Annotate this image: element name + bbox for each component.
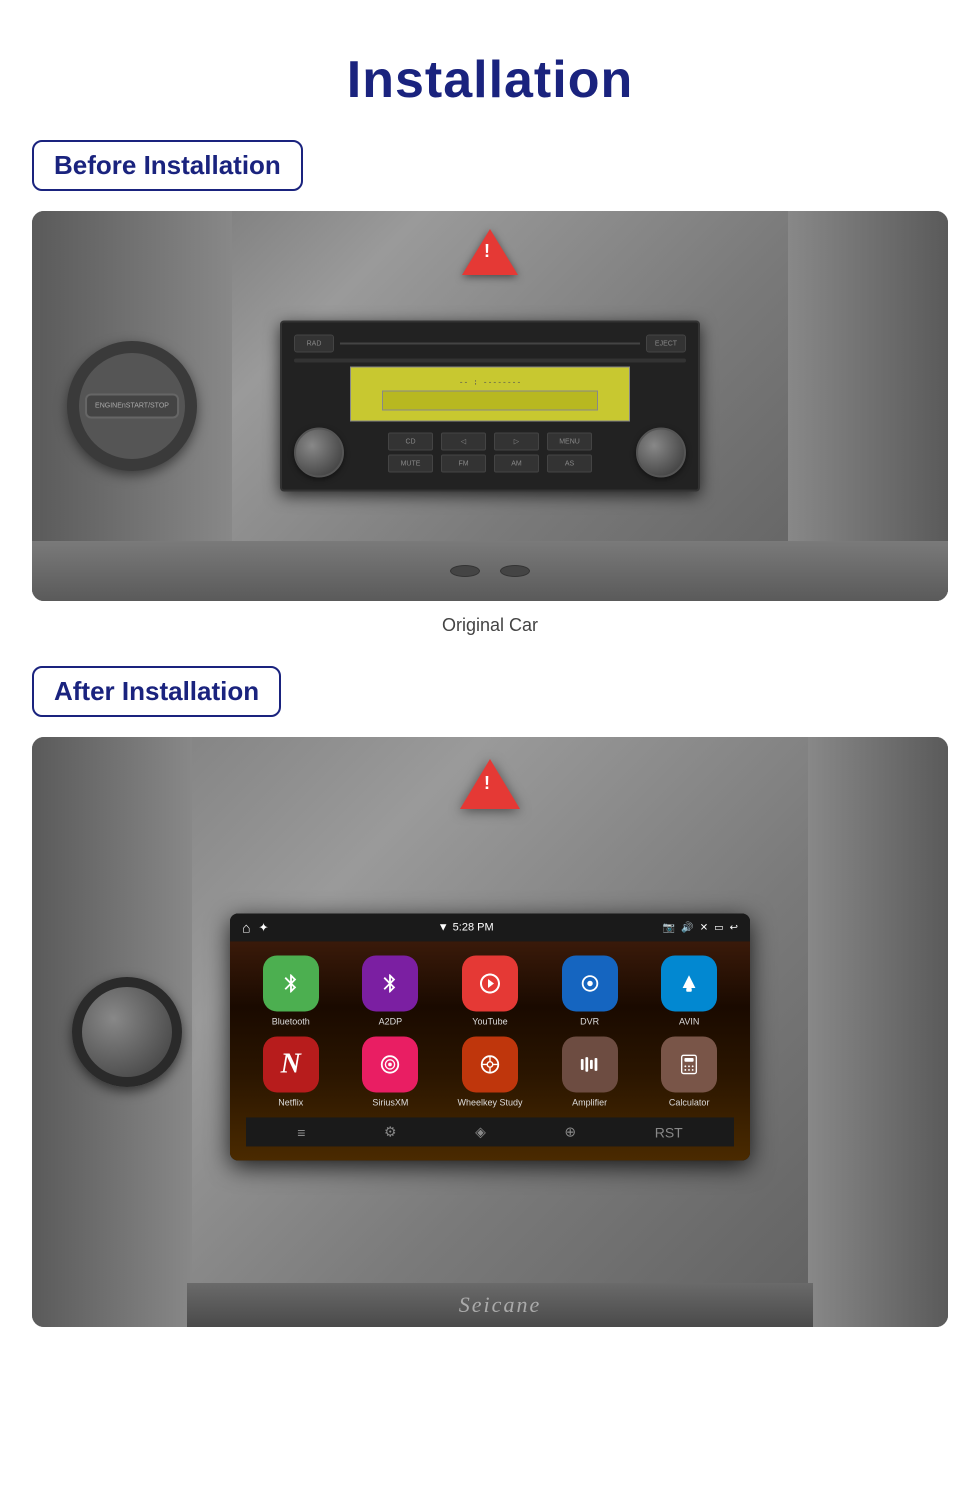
radio-display: -- : -------- (350, 367, 630, 422)
hazard-triangle-before (462, 229, 518, 275)
netflix-icon-bg: N (263, 1036, 319, 1092)
before-installation-badge: Before Installation (32, 140, 303, 191)
app-a2dp[interactable]: A2DP (346, 955, 436, 1026)
btn-cd: CD (388, 433, 433, 451)
status-time: 5:28 PM (453, 921, 494, 933)
brand-label: Seicane (459, 1292, 541, 1318)
cd-slot (294, 359, 686, 363)
avin-icon-bg (661, 955, 717, 1011)
a2dp-icon-bg (362, 955, 418, 1011)
app-calculator[interactable]: Calculator (644, 1036, 734, 1107)
screen-statusbar: ⌂ ✦ ▼ 5:28 PM 📷 🔊 ✕ ▭ ↩ (230, 913, 750, 941)
camera-status-icon: 📷 (663, 922, 675, 933)
volume-icon[interactable]: 🔊 (681, 922, 693, 933)
radio-btn-eject: EJECT (646, 335, 686, 353)
dvr-label: DVR (580, 1016, 599, 1026)
original-car-label: Original Car (0, 615, 980, 636)
btn-next: ▷ (494, 433, 539, 451)
a2dp-label: A2DP (379, 1016, 403, 1026)
back-icon[interactable]: ↩ (730, 922, 738, 933)
btn-am: AM (494, 455, 539, 473)
app-avin[interactable]: AVIN (644, 955, 734, 1026)
radio-knob-right (636, 428, 686, 478)
wheelkey-label: Wheelkey Study (457, 1097, 522, 1107)
avin-label: AVIN (679, 1016, 699, 1026)
app-wheelkey[interactable]: Wheelkey Study (445, 1036, 535, 1107)
bottom-icon-1[interactable]: ≡ (297, 1124, 305, 1140)
radio-controls: CD ◁ ▷ MENU MUTE FM AM AS (294, 428, 686, 478)
vent-2 (500, 565, 530, 577)
bottom-icon-2[interactable]: ⚙ (384, 1123, 397, 1140)
vent-1 (450, 565, 480, 577)
app-amplifier[interactable]: Amplifier (545, 1036, 635, 1107)
bottom-icon-3[interactable]: ◈ (475, 1123, 486, 1140)
apps-row-1: Bluetooth A2DP YouTube (246, 955, 734, 1026)
app-youtube[interactable]: YouTube (445, 955, 535, 1026)
btn-menu: MENU (547, 433, 592, 451)
amplifier-icon-bg (562, 1036, 618, 1092)
close-status-icon[interactable]: ✕ (700, 922, 708, 933)
after-installation-image: ! ⌂ ✦ ▼ 5:28 PM 📷 🔊 ✕ (32, 737, 948, 1327)
bluetooth-label: Bluetooth (272, 1016, 310, 1026)
app-bluetooth[interactable]: Bluetooth (246, 955, 336, 1026)
screen-content: Bluetooth A2DP YouTube (230, 941, 750, 1160)
screen-bottom-bar: ≡ ⚙ ◈ ⊕ RST (246, 1117, 734, 1146)
dashboard-left-after (32, 737, 192, 1327)
after-installation-label: After Installation (54, 676, 259, 707)
settings-icon[interactable]: ✦ (258, 920, 268, 934)
page-title: Installation (0, 20, 980, 140)
app-siriusxm[interactable]: SiriusXM (346, 1036, 436, 1107)
before-installation-image: RAD EJECT -- : -------- CD ◁ (32, 211, 948, 601)
app-netflix[interactable]: N Netflix (246, 1036, 336, 1107)
calculator-label: Calculator (669, 1097, 710, 1107)
siriusxm-icon-bg (362, 1036, 418, 1092)
after-installation-badge: After Installation (32, 666, 281, 717)
dashboard-right-after (808, 737, 948, 1327)
apps-row-2: N Netflix SiriusXM Wheelkey Study (246, 1036, 734, 1107)
bluetooth-icon-bg (263, 955, 319, 1011)
wifi-icon: ▼ (438, 921, 449, 933)
before-installation-label: Before Installation (54, 150, 281, 181)
touchscreen-unit: ⌂ ✦ ▼ 5:28 PM 📷 🔊 ✕ ▭ ↩ (230, 913, 750, 1160)
dashboard-bottom-before (32, 541, 948, 601)
home-icon[interactable]: ⌂ (242, 919, 250, 935)
steering-wheel (67, 341, 197, 471)
radio-knob-left (294, 428, 344, 478)
btn-mute: MUTE (388, 455, 433, 473)
bottom-icon-4[interactable]: ⊕ (564, 1123, 576, 1140)
youtube-label: YouTube (472, 1016, 507, 1026)
bottom-icon-5[interactable]: RST (655, 1124, 683, 1140)
netflix-label: Netflix (278, 1097, 303, 1107)
calculator-icon-bg (661, 1036, 717, 1092)
minimize-icon[interactable]: ▭ (714, 922, 723, 933)
dvr-icon-bg (562, 955, 618, 1011)
siriusxm-label: SiriusXM (372, 1097, 408, 1107)
seicane-brand-bar: Seicane (187, 1283, 813, 1327)
steering-wheel-after (72, 977, 182, 1087)
radio-btn-rad: RAD (294, 335, 334, 353)
hazard-triangle-after: ! (460, 759, 520, 809)
btn-as: AS (547, 455, 592, 473)
btn-fm: FM (441, 455, 486, 473)
amplifier-label: Amplifier (572, 1097, 607, 1107)
wheelkey-icon-bg (462, 1036, 518, 1092)
btn-prev: ◁ (441, 433, 486, 451)
original-radio-unit: RAD EJECT -- : -------- CD ◁ (280, 321, 700, 492)
youtube-icon-bg (462, 955, 518, 1011)
app-dvr[interactable]: DVR (545, 955, 635, 1026)
